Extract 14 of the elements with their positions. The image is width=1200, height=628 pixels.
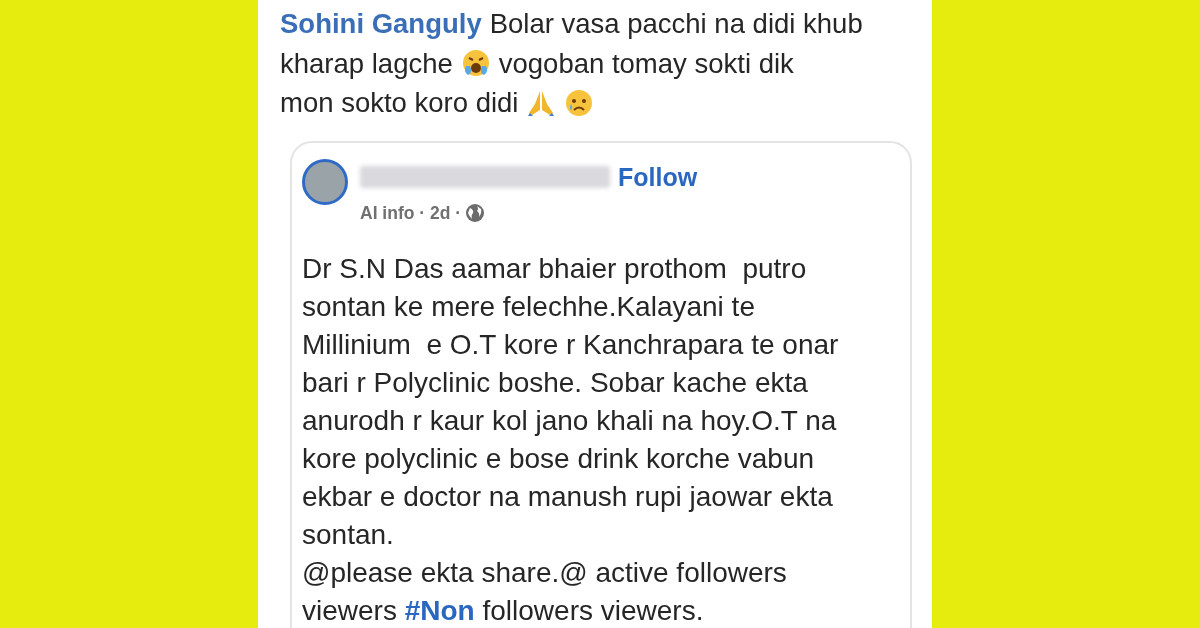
- post-text: @please ekta share.@ active followers viewers #Non followers viewers.: [302, 556, 788, 628]
- sad-face-icon: [564, 87, 595, 118]
- comment-text: Bolar vasa pacchi na didi khub: [489, 7, 863, 41]
- post-meta: AI info · 2d ·: [360, 202, 462, 225]
- comment-text: mon sokto koro didi: [280, 86, 519, 120]
- follow-link[interactable]: Follow: [618, 158, 698, 196]
- author-link[interactable]: Sohini Ganguly: [280, 4, 482, 44]
- comment-text: vogoban tomay sokti dik: [498, 46, 794, 81]
- crying-face-icon: [460, 48, 491, 79]
- globe-icon: [465, 203, 486, 224]
- post-text: Dr S.N Das aamar bhaier prothom putro sontan ke mere felechhe.Kalayani te Millinium e O.T kore r Kanchrapara te onar bari r Polyclinic boshe. Sobar kache ekta anurodh r kaur kol jano khali na hoy.O.T na kore polyclinic e bose drink korche vabun ekbar e doctor na manush rupi jaowar ekta sontan.: [302, 252, 840, 553]
- avatar[interactable]: [302, 158, 348, 205]
- comment-text: kharap lagche: [280, 46, 453, 81]
- hashtag-link[interactable]: #Non: [404, 595, 475, 627]
